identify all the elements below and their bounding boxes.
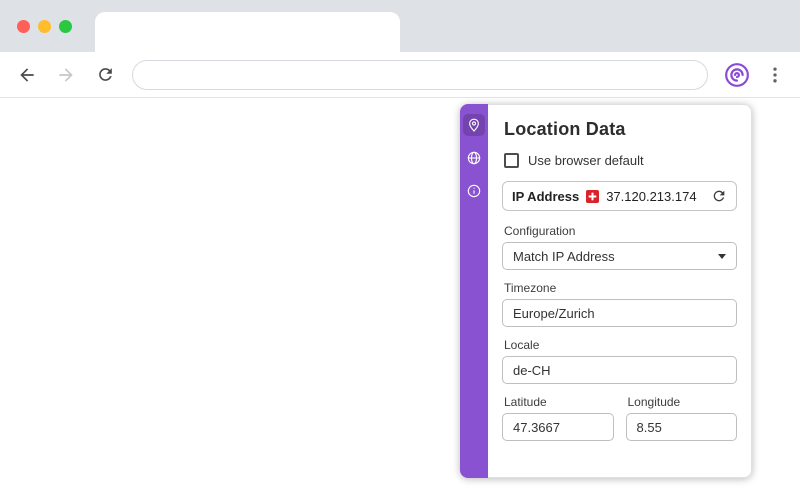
lat-long-row: Latitude Longitude	[502, 395, 737, 452]
locale-input[interactable]	[502, 356, 737, 384]
page-content: Location Data Use browser default IP Add…	[0, 98, 800, 499]
reload-icon[interactable]	[93, 63, 117, 87]
longitude-label: Longitude	[627, 395, 681, 409]
globe-tab-icon[interactable]	[463, 147, 485, 169]
chevron-down-icon	[718, 253, 726, 259]
panel-title: Location Data	[504, 119, 626, 139]
configuration-label: Configuration	[504, 224, 576, 238]
traffic-lights	[17, 20, 72, 33]
use-browser-default-label: Use browser default	[528, 153, 644, 168]
configuration-selected-value: Match IP Address	[513, 248, 615, 264]
ip-refresh-icon[interactable]	[711, 188, 727, 204]
timezone-input[interactable]	[502, 299, 737, 327]
use-browser-default-checkbox[interactable]	[504, 153, 519, 168]
browser-titlebar	[0, 0, 800, 52]
forward-icon[interactable]	[54, 63, 78, 87]
back-icon[interactable]	[15, 63, 39, 87]
browser-toolbar	[0, 52, 800, 98]
use-browser-default-row: Use browser default	[504, 153, 737, 168]
minimize-window-button[interactable]	[38, 20, 51, 33]
browser-menu-icon[interactable]	[765, 63, 785, 87]
popup-sidebar-rail	[460, 104, 488, 478]
ip-address-label: IP Address	[512, 188, 580, 204]
longitude-input[interactable]	[625, 413, 737, 441]
ip-address-value: 37.120.213.174	[606, 188, 697, 204]
latitude-input[interactable]	[502, 413, 614, 441]
info-tab-icon[interactable]	[463, 180, 485, 202]
location-data-panel: Location Data Use browser default IP Add…	[488, 104, 752, 478]
browser-tab[interactable]	[95, 12, 400, 52]
location-tab-pin-icon[interactable]	[463, 114, 485, 136]
close-window-button[interactable]	[17, 20, 30, 33]
zoom-window-button[interactable]	[59, 20, 72, 33]
ip-address-box: IP Address 37.120.213.174	[502, 181, 737, 211]
locale-label: Locale	[504, 338, 540, 352]
configuration-dropdown[interactable]: Match IP Address	[502, 242, 737, 270]
latitude-field: Latitude	[502, 395, 614, 452]
switzerland-flag-icon	[586, 189, 600, 203]
vytal-extension-icon[interactable]	[723, 61, 750, 88]
timezone-label: Timezone	[504, 281, 557, 295]
longitude-field: Longitude	[625, 395, 737, 452]
latitude-label: Latitude	[504, 395, 547, 409]
address-bar-input[interactable]	[147, 67, 693, 82]
address-bar[interactable]	[132, 59, 708, 90]
extension-popup: Location Data Use browser default IP Add…	[460, 104, 752, 478]
